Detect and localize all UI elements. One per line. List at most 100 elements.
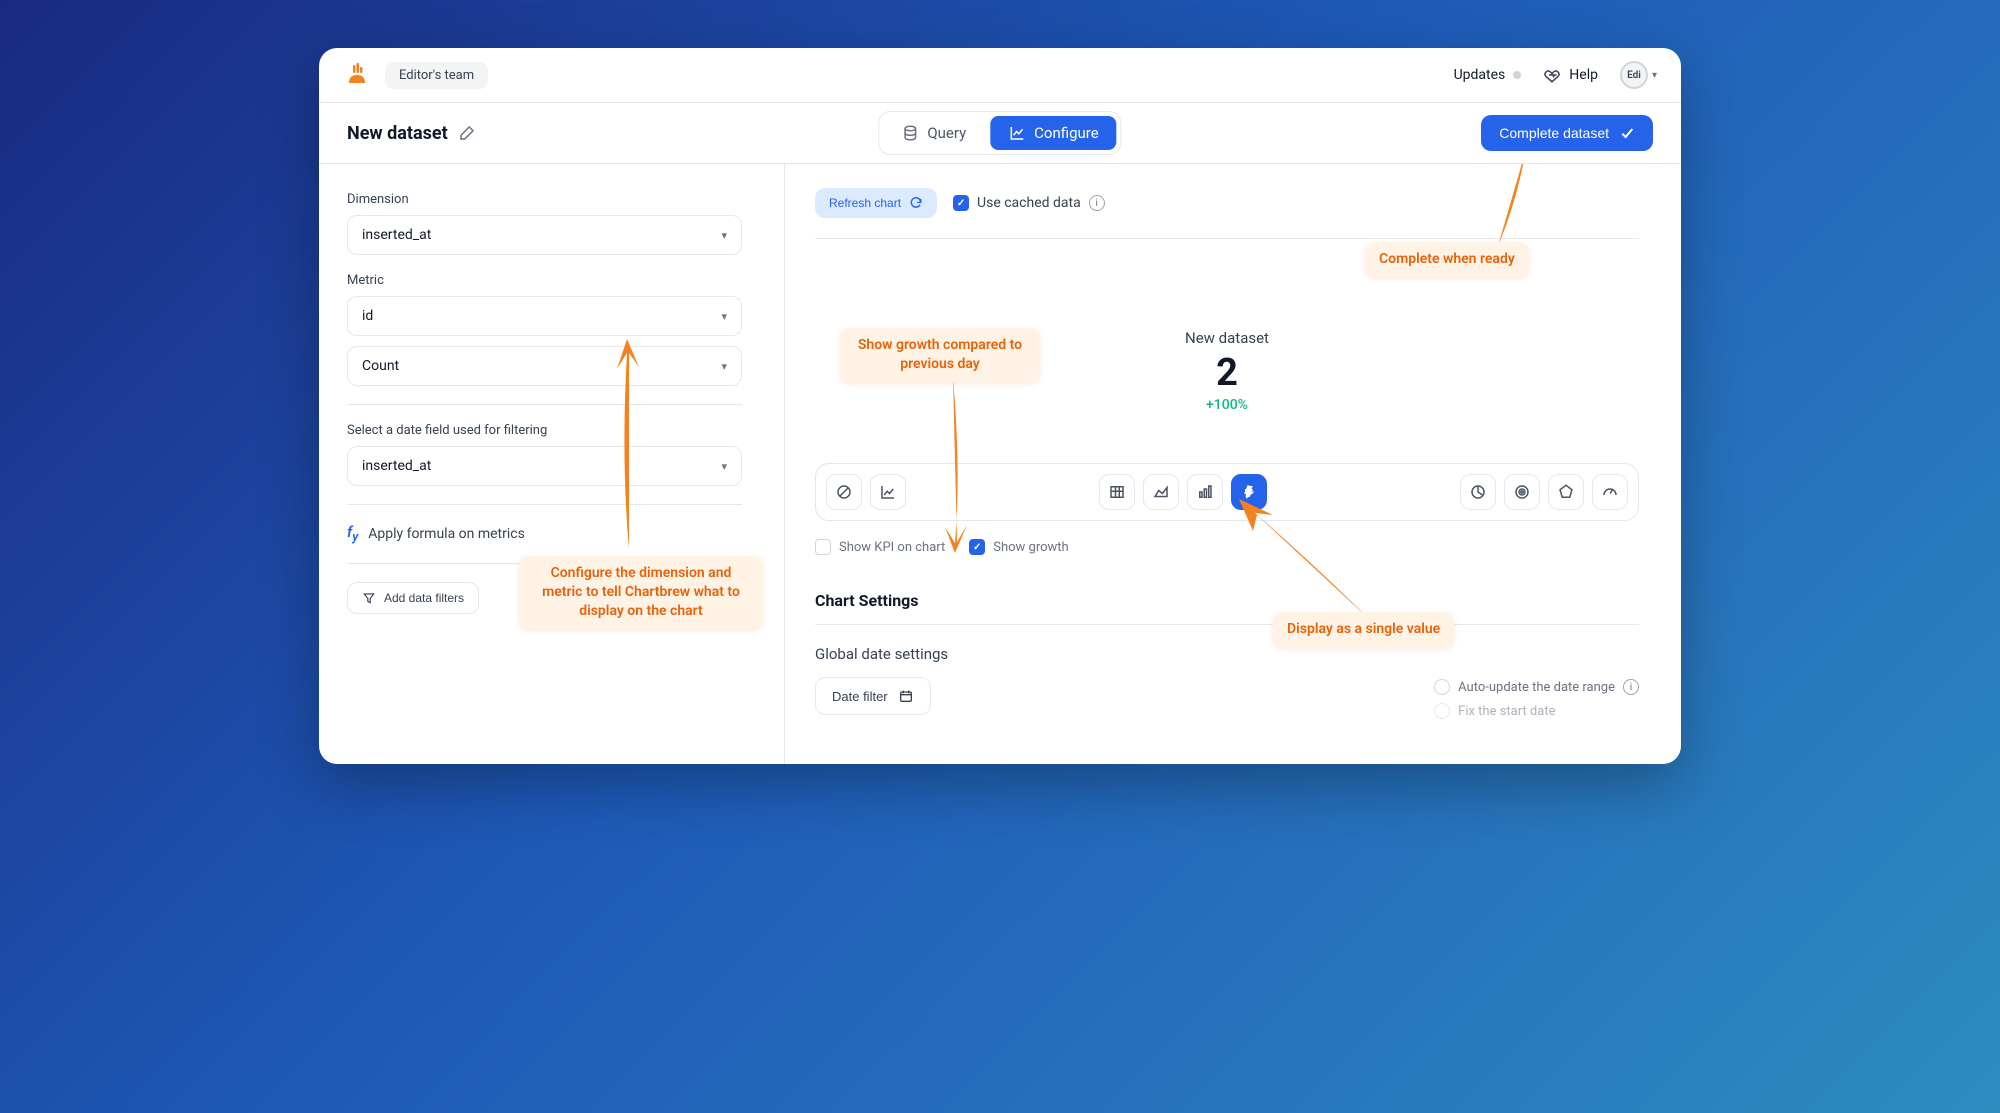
fix-start-label: Fix the start date xyxy=(1458,704,1555,719)
formula-label: Apply formula on metrics xyxy=(368,526,525,542)
right-panel: Refresh chart Use cached data i New data… xyxy=(785,164,1681,764)
divider xyxy=(347,563,742,564)
date-filter-btn-label: Date filter xyxy=(832,689,888,704)
chart-type-area[interactable] xyxy=(1143,474,1179,510)
chevron-down-icon: ▾ xyxy=(1652,70,1657,81)
type-group-left xyxy=(826,474,906,510)
updates-link[interactable]: Updates xyxy=(1454,67,1522,83)
metric-select[interactable]: id ▾ xyxy=(347,296,742,336)
chart-settings-section: Chart Settings Global date settings Date… xyxy=(815,591,1639,719)
checkbox-icon xyxy=(969,539,985,555)
chart-type-selector: # xyxy=(815,463,1639,521)
chevron-down-icon: ▾ xyxy=(721,360,727,373)
metric-value: id xyxy=(362,308,373,324)
fix-start-radio[interactable]: Fix the start date xyxy=(1434,703,1639,719)
complete-dataset-button[interactable]: Complete dataset xyxy=(1481,115,1653,151)
radio-icon xyxy=(1434,703,1450,719)
svg-text:#: # xyxy=(1245,485,1253,501)
auto-update-label: Auto-update the date range xyxy=(1458,680,1615,695)
cache-label: Use cached data xyxy=(977,195,1081,211)
dimension-select[interactable]: inserted_at ▾ xyxy=(347,215,742,255)
apply-formula-button[interactable]: fy Apply formula on metrics xyxy=(347,523,742,545)
top-bar-right: Updates Help Edi ▾ xyxy=(1454,61,1657,89)
chart-type-polar[interactable] xyxy=(1548,474,1584,510)
check-icon xyxy=(1619,125,1635,141)
aggregate-select[interactable]: Count ▾ xyxy=(347,346,742,386)
date-filter-button[interactable]: Date filter xyxy=(815,677,931,715)
edit-icon[interactable] xyxy=(458,124,476,142)
chart-type-table[interactable] xyxy=(1099,474,1135,510)
date-filter-select[interactable]: inserted_at ▾ xyxy=(347,446,742,486)
logo-icon xyxy=(343,61,371,89)
chart-type-pie[interactable] xyxy=(1460,474,1496,510)
help-icon xyxy=(1543,66,1561,84)
avatar: Edi xyxy=(1620,61,1648,89)
refresh-row: Refresh chart Use cached data i xyxy=(815,188,1639,218)
page-title: New dataset xyxy=(347,123,448,144)
chart-type-none[interactable] xyxy=(826,474,862,510)
tab-configure-label: Configure xyxy=(1034,124,1099,142)
user-menu[interactable]: Edi ▾ xyxy=(1620,61,1657,89)
tab-configure[interactable]: Configure xyxy=(990,116,1117,150)
kpi-preview: New dataset 2 +100% xyxy=(815,239,1639,463)
show-growth-checkbox[interactable]: Show growth xyxy=(969,539,1068,555)
chart-type-gauge[interactable] xyxy=(1592,474,1628,510)
date-filter-value: inserted_at xyxy=(362,458,431,474)
left-panel: Dimension inserted_at ▾ Metric id ▾ Coun… xyxy=(319,164,785,764)
status-dot-icon xyxy=(1513,71,1521,79)
show-kpi-label: Show KPI on chart xyxy=(839,540,945,555)
add-data-filters-button[interactable]: Add data filters xyxy=(347,582,479,614)
checkbox-icon xyxy=(815,539,831,555)
top-bar: Editor's team Updates Help Edi ▾ xyxy=(319,48,1681,103)
chart-icon xyxy=(1008,124,1026,142)
tab-query[interactable]: Query xyxy=(883,116,984,150)
chevron-down-icon: ▾ xyxy=(721,310,727,323)
add-filter-label: Add data filters xyxy=(384,591,464,605)
info-icon[interactable]: i xyxy=(1089,195,1105,211)
sub-header: New dataset Query Configure Complete dat… xyxy=(319,103,1681,164)
date-settings-row: Date filter Auto-update the date range i… xyxy=(815,677,1639,719)
show-kpi-checkbox[interactable]: Show KPI on chart xyxy=(815,539,945,555)
kpi-title: New dataset xyxy=(815,329,1639,347)
date-filter-field: Select a date field used for filtering i… xyxy=(347,423,742,486)
checkbox-icon xyxy=(953,195,969,211)
complete-button-label: Complete dataset xyxy=(1499,125,1609,141)
show-growth-label: Show growth xyxy=(993,540,1068,555)
auto-update-radio[interactable]: Auto-update the date range i xyxy=(1434,679,1639,695)
tab-group: Query Configure xyxy=(878,111,1121,155)
dimension-label: Dimension xyxy=(347,192,742,207)
date-options: Auto-update the date range i Fix the sta… xyxy=(1434,677,1639,719)
chevron-down-icon: ▾ xyxy=(721,460,727,473)
updates-label: Updates xyxy=(1454,67,1506,83)
main-area: Dimension inserted_at ▾ Metric id ▾ Coun… xyxy=(319,164,1681,764)
type-group-right xyxy=(1460,474,1628,510)
show-options-row: Show KPI on chart Show growth xyxy=(815,539,1639,555)
calendar-icon xyxy=(898,688,914,704)
divider xyxy=(347,404,742,405)
dimension-field: Dimension inserted_at ▾ xyxy=(347,192,742,255)
refresh-chart-button[interactable]: Refresh chart xyxy=(815,188,937,218)
dimension-value: inserted_at xyxy=(362,227,431,243)
chart-settings-title: Chart Settings xyxy=(815,591,1639,610)
aggregate-value: Count xyxy=(362,358,399,374)
help-label: Help xyxy=(1569,67,1598,83)
chart-type-line[interactable] xyxy=(870,474,906,510)
info-icon[interactable]: i xyxy=(1623,679,1639,695)
date-filter-label: Select a date field used for filtering xyxy=(347,423,742,438)
team-badge[interactable]: Editor's team xyxy=(385,62,488,89)
divider xyxy=(347,504,742,505)
formula-icon: fy xyxy=(347,523,358,545)
chart-type-kpi[interactable]: # xyxy=(1231,474,1267,510)
kpi-value: 2 xyxy=(815,351,1639,395)
radio-icon xyxy=(1434,679,1450,695)
use-cached-checkbox[interactable]: Use cached data i xyxy=(953,195,1105,211)
database-icon xyxy=(901,124,919,142)
chart-type-radar[interactable] xyxy=(1504,474,1540,510)
title-area: New dataset xyxy=(347,123,476,144)
chart-type-bar[interactable] xyxy=(1187,474,1223,510)
chevron-down-icon: ▾ xyxy=(721,229,727,242)
refresh-icon xyxy=(909,196,923,210)
filter-icon xyxy=(362,591,376,605)
help-link[interactable]: Help xyxy=(1543,66,1598,84)
metric-field: Metric id ▾ Count ▾ xyxy=(347,273,742,386)
